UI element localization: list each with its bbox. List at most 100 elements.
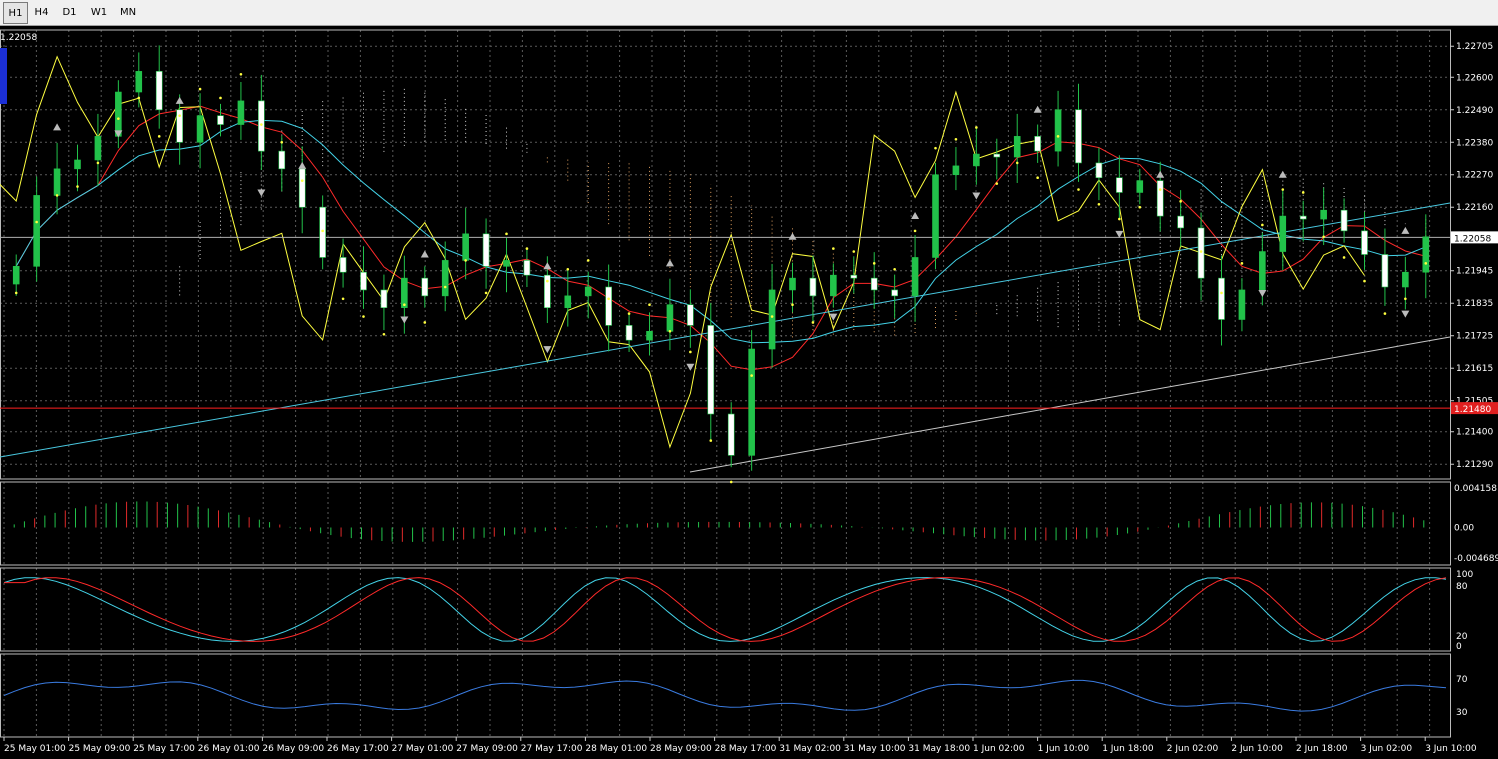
candle-body	[503, 260, 510, 267]
sar-dot	[689, 350, 692, 354]
time-tick-label: 2 Jun 10:00	[1231, 744, 1283, 754]
stoch-tick-label: 20	[1456, 632, 1468, 642]
sar-dot	[117, 117, 120, 120]
candle-body	[462, 233, 469, 261]
cyan-trend-line	[0, 202, 1451, 458]
gray-trend-line	[689, 336, 1451, 473]
sar-dot	[403, 303, 406, 307]
tf-w1-button[interactable]: W1	[85, 2, 113, 24]
price-tick-label: 1.21835	[1456, 299, 1493, 309]
price-tick-label: 1.22270	[1456, 171, 1493, 181]
fractal-down-icon	[686, 363, 695, 371]
time-tick-label: 1 Jun 10:00	[1038, 744, 1090, 754]
sar-dot	[586, 259, 590, 262]
sar-dot	[321, 229, 324, 233]
sar-dot	[341, 297, 345, 301]
parabolic-sar	[14, 73, 1428, 484]
sar-dot	[668, 330, 672, 333]
candle-body	[1034, 136, 1041, 152]
candle-body	[1402, 271, 1409, 288]
candle-body	[625, 325, 633, 341]
candle-body	[1361, 230, 1368, 255]
candle-body	[237, 100, 245, 125]
candle-body	[115, 91, 122, 137]
time-tick-label: 26 May 01:00	[198, 744, 260, 754]
macd-tick-label: -0.004689	[1454, 554, 1498, 564]
sar-dot	[566, 267, 570, 271]
sar-dot	[852, 250, 856, 253]
tf-mn-button[interactable]: MN	[114, 2, 142, 24]
macd-tick-label: 0.004158	[1454, 484, 1497, 494]
fractal-up-icon	[665, 259, 674, 267]
time-tick-label: 31 May 18:00	[908, 744, 970, 754]
one-click-trading-tab[interactable]	[0, 48, 7, 104]
sar-dot	[382, 332, 386, 336]
time-tick-label: 2 Jun 18:00	[1296, 744, 1348, 754]
sar-dot	[1097, 202, 1101, 206]
candle-body	[298, 168, 306, 208]
chart-grid	[0, 29, 1451, 738]
sar-dot	[76, 185, 79, 188]
sar-dot	[1036, 176, 1039, 179]
sar-dot	[791, 303, 794, 307]
sar-dot	[1199, 250, 1203, 253]
candle-body	[319, 206, 326, 258]
price-tick-label: 1.21725	[1456, 332, 1493, 342]
candle-body	[768, 289, 776, 350]
candle-body	[12, 266, 20, 285]
price-tick-label: 1.22380	[1456, 138, 1493, 148]
sar-dot	[627, 312, 631, 315]
candle-body	[789, 277, 796, 291]
candle-body	[196, 115, 204, 143]
tf-h4-button[interactable]: H4	[29, 2, 54, 24]
fractal-up-icon	[911, 212, 920, 220]
sar-dot	[219, 96, 222, 100]
sar-dot	[137, 96, 141, 100]
sar-dot	[96, 161, 100, 165]
price-tick-label: 1.22600	[1456, 73, 1493, 83]
rsi-line	[3, 679, 1447, 712]
fractal-down-icon	[257, 189, 266, 197]
candle-body	[1422, 236, 1430, 273]
sar-dot	[464, 259, 467, 262]
panel-border	[0, 653, 1451, 738]
tf-h1-button[interactable]: H1	[3, 2, 28, 24]
candle-body	[401, 277, 408, 308]
candle-body	[646, 331, 653, 341]
sar-dot	[934, 146, 937, 150]
sar-dot	[484, 291, 488, 295]
sar-dot	[280, 140, 284, 144]
sar-dot	[770, 315, 774, 318]
sar-dot	[1015, 161, 1019, 165]
fractal-down-icon	[400, 316, 409, 324]
sar-dot	[546, 279, 549, 283]
candle-body	[1075, 109, 1082, 164]
price-tick-label: 1.22705	[1456, 42, 1493, 52]
price-tick-label: 1.21615	[1456, 364, 1493, 374]
sar-dot	[709, 439, 713, 442]
tf-d1-button[interactable]: D1	[56, 2, 83, 24]
time-tick-label: 28 May 01:00	[585, 744, 647, 754]
sar-dot	[1322, 235, 1325, 239]
candle-body	[1320, 209, 1327, 220]
time-tick-label: 25 May 01:00	[4, 744, 66, 754]
candle-body	[1156, 180, 1164, 217]
sar-dot	[1281, 188, 1285, 191]
time-tick-label: 31 May 02:00	[779, 744, 841, 754]
price-chart[interactable]: 1.22705 1.22600 1.22490 1.22380 1.22270 1.221…	[0, 27, 1498, 759]
sar-dot	[811, 321, 815, 324]
candle-body	[155, 71, 163, 111]
candle-body	[687, 304, 694, 326]
fractal-up-icon	[1401, 226, 1410, 234]
sar-dot	[362, 315, 365, 318]
time-tick-label: 26 May 17:00	[327, 744, 389, 754]
time-tick-label: 31 May 10:00	[844, 744, 906, 754]
time-tick-label: 27 May 01:00	[392, 744, 454, 754]
candle-body	[135, 71, 143, 93]
time-tick-label: 1 Jun 18:00	[1102, 744, 1154, 754]
candle-body	[993, 153, 1001, 158]
candle-body	[360, 271, 367, 291]
sar-dot	[913, 229, 917, 233]
sub-panels	[3, 501, 1447, 712]
timeframe-toolbar: H1 H4 D1 W1 MN	[0, 0, 1498, 26]
